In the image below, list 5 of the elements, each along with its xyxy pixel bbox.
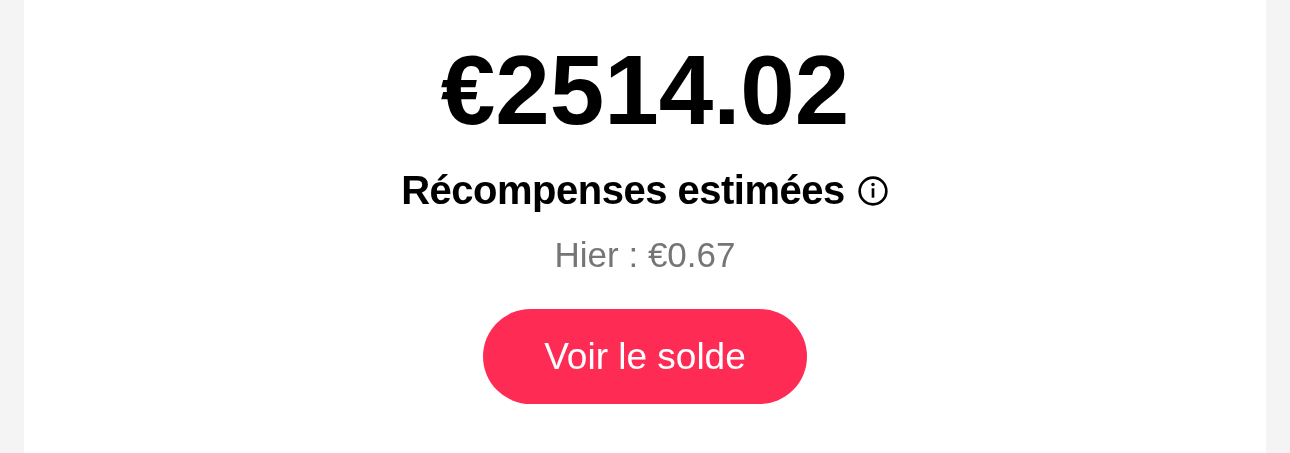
balance-amount: €2514.02 xyxy=(440,34,850,147)
info-icon[interactable] xyxy=(856,174,889,207)
view-balance-button[interactable]: Voir le solde xyxy=(483,309,807,404)
rewards-label: Récompenses estimées xyxy=(401,168,845,213)
yesterday-earnings: Hier : €0.67 xyxy=(554,235,736,275)
